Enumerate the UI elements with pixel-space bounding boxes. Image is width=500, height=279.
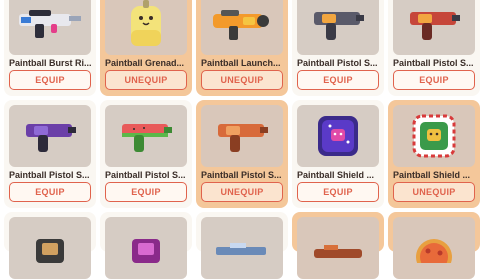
unequip-button[interactable]: UNEQUIP xyxy=(393,182,475,202)
item-card[interactable] xyxy=(100,212,192,279)
launcher-icon xyxy=(213,10,269,40)
item-thumbnail xyxy=(393,105,475,167)
item-card[interactable] xyxy=(388,212,480,279)
item-thumbnail xyxy=(105,217,187,279)
item-name: Paintball Pistol S... xyxy=(105,170,186,180)
item-thumbnail xyxy=(9,105,91,167)
item-name: Paintball Pistol S... xyxy=(201,170,282,180)
item-card[interactable]: Paintball Launch... UNEQUIP xyxy=(196,0,288,96)
item-card[interactable]: Paintball Pistol S... UNEQUIP xyxy=(196,100,288,208)
item-thumbnail xyxy=(105,105,187,167)
shield-icon xyxy=(36,239,64,263)
item-thumbnail xyxy=(9,217,91,279)
item-name: Paintball Grenad... xyxy=(105,58,185,68)
shield-galaxy-icon xyxy=(318,116,358,156)
inventory-row xyxy=(4,212,496,279)
pizza-shield-icon xyxy=(416,239,452,263)
pistol-watermelon-icon xyxy=(122,124,172,152)
pistol-orange-icon xyxy=(218,124,268,152)
unequip-button[interactable]: UNEQUIP xyxy=(201,182,283,202)
equip-button[interactable]: EQUIP xyxy=(297,70,379,90)
equip-button[interactable]: EQUIP xyxy=(297,182,379,202)
item-name: Paintball Pistol S... xyxy=(393,58,474,68)
inventory-row: Paintball Burst Ri... EQUIP Paintball Gr… xyxy=(4,0,496,96)
item-thumbnail xyxy=(201,217,283,279)
item-card[interactable]: Paintball Grenad... UNEQUIP xyxy=(100,0,192,96)
pistol-purple-icon xyxy=(26,124,76,152)
inventory-row: Paintball Pistol S... EQUIP Paintball Pi… xyxy=(4,100,496,208)
pistol-icon xyxy=(410,12,460,40)
item-card[interactable]: Paintball Shield ... UNEQUIP xyxy=(388,100,480,208)
pistol-icon xyxy=(314,12,364,40)
equip-button[interactable]: EQUIP xyxy=(9,70,91,90)
item-card[interactable]: Paintball Pistol S... EQUIP xyxy=(388,0,480,96)
item-card[interactable]: Paintball Pistol S... EQUIP xyxy=(100,100,192,208)
item-name: Paintball Shield ... xyxy=(393,170,471,180)
grenade-chick-icon xyxy=(131,0,161,46)
item-thumbnail xyxy=(297,217,379,279)
item-name: Paintball Pistol S... xyxy=(9,170,90,180)
item-thumbnail xyxy=(393,217,475,279)
item-card[interactable] xyxy=(196,212,288,279)
item-card[interactable]: Paintball Shield ... EQUIP xyxy=(292,100,384,208)
item-thumbnail xyxy=(297,105,379,167)
item-thumbnail xyxy=(201,0,283,55)
equip-button[interactable]: EQUIP xyxy=(9,182,91,202)
unequip-button[interactable]: UNEQUIP xyxy=(105,70,187,90)
item-card[interactable]: Paintball Pistol S... EQUIP xyxy=(292,0,384,96)
equip-button[interactable]: EQUIP xyxy=(393,70,475,90)
item-name: Paintball Pistol S... xyxy=(297,58,378,68)
item-card[interactable] xyxy=(4,212,96,279)
item-thumbnail xyxy=(105,0,187,55)
shield-icon xyxy=(132,239,160,263)
item-thumbnail xyxy=(201,105,283,167)
inventory-grid: Paintball Burst Ri... EQUIP Paintball Gr… xyxy=(4,0,496,279)
item-name: Paintball Burst Ri... xyxy=(9,58,92,68)
item-card[interactable]: Paintball Burst Ri... EQUIP xyxy=(4,0,96,96)
item-card[interactable]: Paintball Pistol S... EQUIP xyxy=(4,100,96,208)
item-card[interactable] xyxy=(292,212,384,279)
equip-button[interactable]: EQUIP xyxy=(105,182,187,202)
rifle-icon xyxy=(216,243,266,255)
item-name: Paintball Launch... xyxy=(201,58,281,68)
item-thumbnail xyxy=(9,0,91,55)
burst-rifle-icon xyxy=(19,10,81,38)
launcher-icon xyxy=(314,245,362,258)
item-thumbnail xyxy=(393,0,475,55)
unequip-button[interactable]: UNEQUIP xyxy=(201,70,283,90)
shield-candycane-icon xyxy=(412,114,456,158)
item-name: Paintball Shield ... xyxy=(297,170,375,180)
item-thumbnail xyxy=(297,0,379,55)
